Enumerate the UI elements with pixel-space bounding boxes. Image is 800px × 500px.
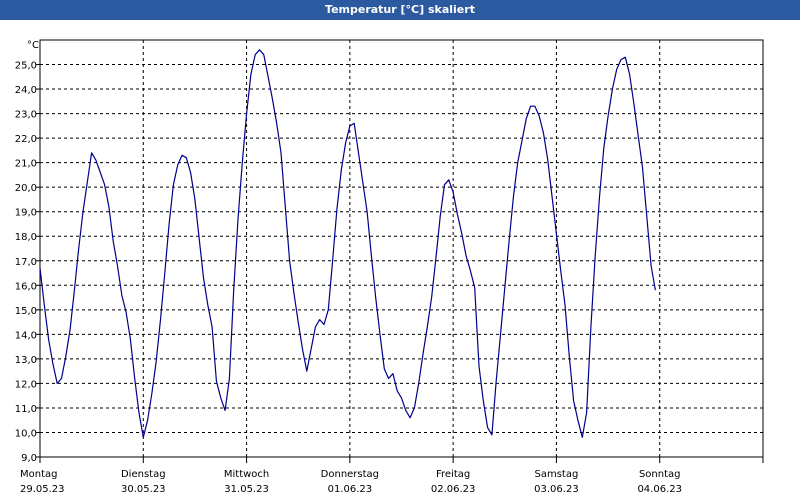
y-tick-label: 17,0 (15, 257, 37, 268)
y-tick-label: 23,0 (15, 110, 37, 121)
y-tick-label: 24,0 (15, 85, 37, 96)
chart-title: Temperatur [°C] skaliert (325, 3, 475, 16)
x-tick-date-label: 01.06.23 (328, 484, 373, 495)
chart-background (0, 20, 800, 500)
y-tick-label: 10,0 (15, 428, 37, 439)
x-tick-date-label: 29.05.23 (20, 484, 65, 495)
y-tick-label: 20,0 (15, 183, 37, 194)
y-tick-label: 9,0 (21, 453, 37, 464)
title-bar: Temperatur [°C] skaliert (0, 0, 800, 20)
x-tick-date-label: 02.06.23 (431, 484, 476, 495)
y-tick-label: 15,0 (15, 306, 37, 317)
x-tick-day-label: Sonntag (639, 469, 681, 480)
x-tick-day-label: Samstag (535, 469, 579, 480)
x-tick-date-label: 31.05.23 (224, 484, 269, 495)
y-tick-label: 25,0 (15, 61, 37, 72)
x-tick-date-label: 03.06.23 (534, 484, 579, 495)
y-tick-label: 18,0 (15, 232, 37, 243)
x-tick-day-label: Mittwoch (224, 469, 269, 480)
x-tick-day-label: Freitag (436, 469, 470, 480)
y-tick-label: 12,0 (15, 379, 37, 390)
y-tick-label: 19,0 (15, 208, 37, 219)
y-tick-label: 16,0 (15, 281, 37, 292)
temperature-chart: 25,0 24,0 23,0 22,0 21,0 20,0 19,0 18,0 17,0 16,0… (0, 20, 800, 500)
x-tick-date-label: 04.06.23 (637, 484, 682, 495)
y-tick-label: 21,0 (15, 159, 37, 170)
x-tick-day-label: Montag (20, 469, 57, 480)
x-tick-day-label: Donnerstag (321, 469, 379, 480)
y-tick-label: 14,0 (15, 330, 37, 341)
y-tick-label: 11,0 (15, 404, 37, 415)
x-tick-date-label: 30.05.23 (121, 484, 166, 495)
x-tick-day-label: Dienstag (121, 469, 166, 480)
y-tick-label: 22,0 (15, 134, 37, 145)
y-axis-unit-label: °C (27, 40, 39, 51)
y-tick-label: 13,0 (15, 355, 37, 366)
